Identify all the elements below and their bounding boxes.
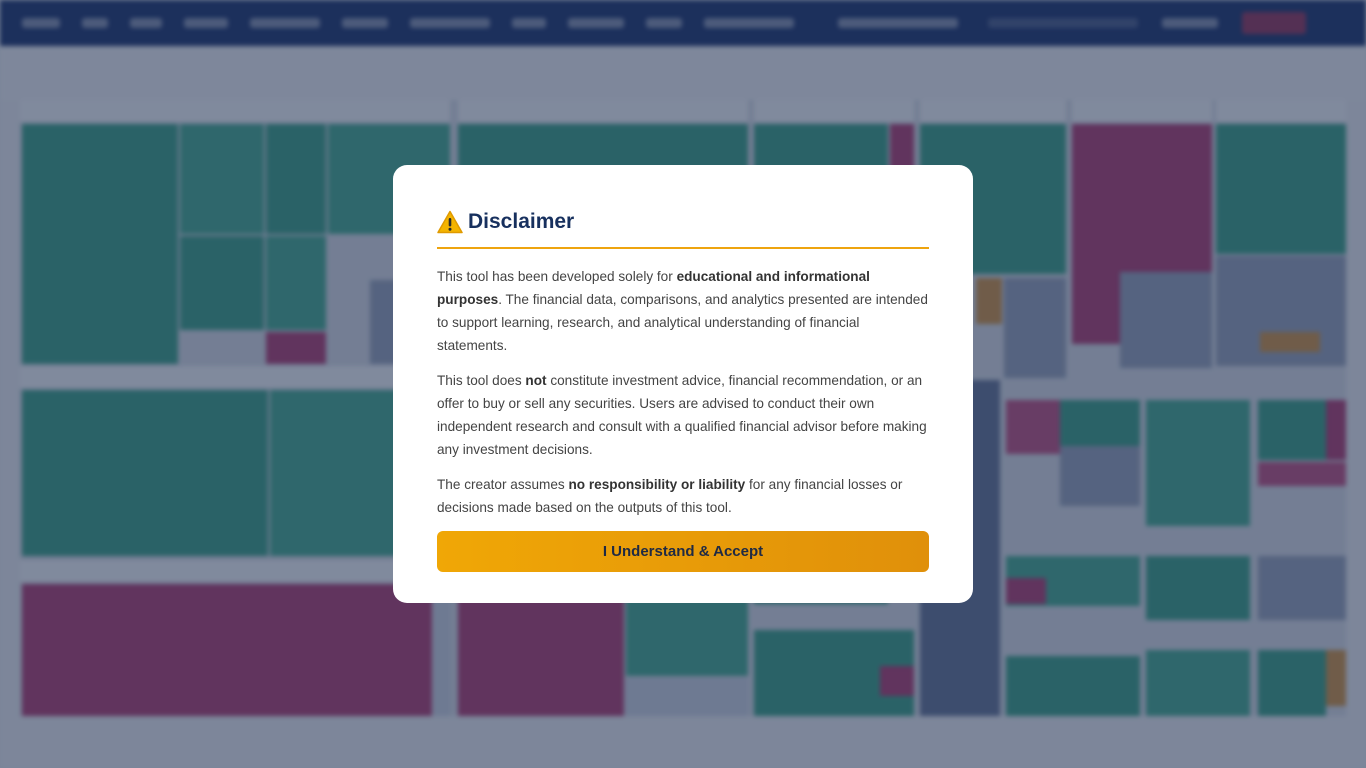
modal-body: This tool has been developed solely for … [437, 265, 929, 519]
modal-title: Disclaimer [468, 210, 575, 233]
disclaimer-modal: Disclaimer This tool has been developed … [393, 165, 973, 603]
disclaimer-paragraph-purpose: This tool has been developed solely for … [437, 269, 928, 353]
disclaimer-paragraph-liability: The creator assumes no responsibility or… [437, 477, 903, 515]
warning-icon [437, 210, 463, 234]
disclaimer-paragraph-advice: This tool does not constitute investment… [437, 373, 927, 457]
accept-button[interactable]: I Understand & Accept [437, 531, 929, 572]
modal-header: Disclaimer [437, 203, 929, 249]
